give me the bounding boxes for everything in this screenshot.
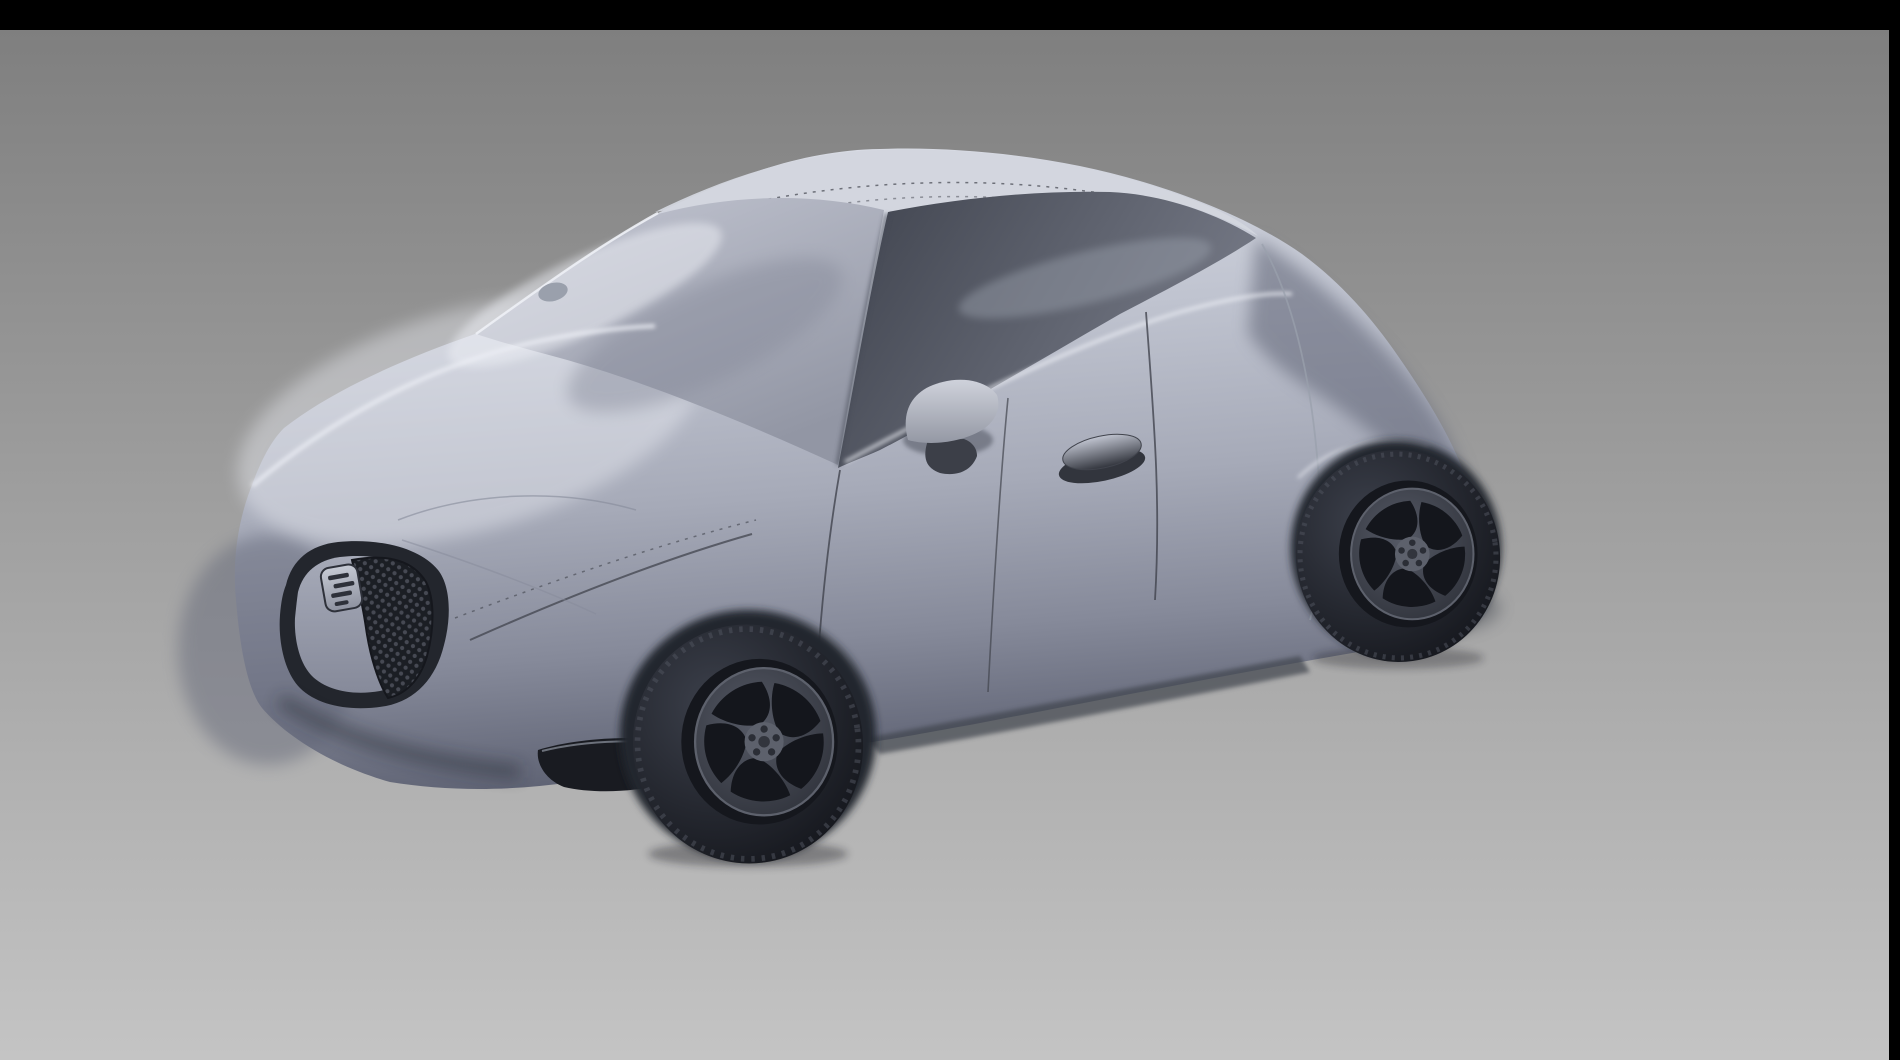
- viewport-3d-canvas[interactable]: [0, 0, 1900, 1060]
- front-grille: [280, 541, 449, 708]
- render-stage: [0, 0, 1900, 1060]
- seat-s-badge: [319, 563, 363, 613]
- letterbox-bar-right: [1889, 0, 1900, 1060]
- letterbox-bar-top: [0, 0, 1900, 30]
